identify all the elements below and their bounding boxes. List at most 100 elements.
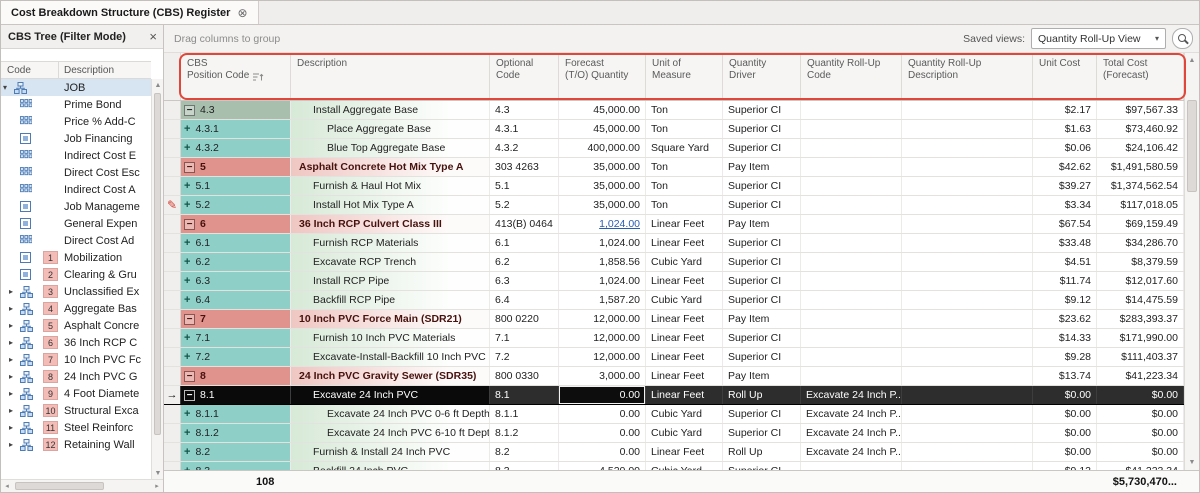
cell-optional-code[interactable]: 7.2 bbox=[490, 348, 559, 366]
cell-quantity-rollup-code[interactable] bbox=[801, 215, 902, 233]
cell-quantity-driver[interactable]: Superior CI bbox=[723, 139, 801, 157]
grid-row-8-1-1[interactable]: +8.1.1Excavate 24 Inch PVC 0-6 ft Depth8… bbox=[164, 405, 1184, 424]
cell-description[interactable]: Backfill 24 Inch PVC bbox=[291, 462, 490, 470]
cell-total-cost[interactable]: $8,379.59 bbox=[1097, 253, 1184, 271]
cell-total-cost[interactable]: $0.00 bbox=[1097, 443, 1184, 461]
cell-description[interactable]: Blue Top Aggregate Base bbox=[291, 139, 490, 157]
column-header-unit-cost[interactable]: Unit Cost bbox=[1033, 53, 1097, 100]
cell-quantity-driver[interactable]: Superior CI bbox=[723, 234, 801, 252]
cell-unit-cost[interactable]: $0.00 bbox=[1033, 424, 1097, 442]
cell-quantity-rollup-description[interactable] bbox=[902, 424, 1033, 442]
expand-icon[interactable]: + bbox=[184, 408, 190, 420]
cell-forecast-quantity[interactable]: 45,000.00 bbox=[559, 101, 646, 119]
cell-forecast-quantity[interactable]: 1,858.56 bbox=[559, 253, 646, 271]
tree-column-code[interactable]: Code bbox=[1, 62, 59, 78]
saved-views-dropdown[interactable]: Quantity Roll-Up View ▾ bbox=[1031, 28, 1166, 49]
tree-item-retaining-wall[interactable]: ▸12Retaining Wall bbox=[1, 436, 151, 453]
tree-item-job-manageme[interactable]: Job Manageme bbox=[1, 198, 151, 215]
expand-icon[interactable]: + bbox=[184, 237, 190, 249]
cell-quantity-rollup-description[interactable] bbox=[902, 120, 1033, 138]
cell-optional-code[interactable]: 5.2 bbox=[490, 196, 559, 214]
cell-unit-cost[interactable]: $0.00 bbox=[1033, 405, 1097, 423]
cell-cbs-position-code[interactable]: −8.1 bbox=[181, 386, 291, 404]
cell-unit-of-measure[interactable]: Linear Feet bbox=[646, 386, 723, 404]
cell-quantity-rollup-description[interactable] bbox=[902, 253, 1033, 271]
cell-quantity-rollup-code[interactable] bbox=[801, 177, 902, 195]
cell-unit-of-measure[interactable]: Linear Feet bbox=[646, 272, 723, 290]
expand-icon[interactable]: + bbox=[184, 294, 190, 306]
grid-row-8-1[interactable]: →−8.1Excavate 24 Inch PVC8.10.00Linear F… bbox=[164, 386, 1184, 405]
grid-row-4-3-2[interactable]: +4.3.2Blue Top Aggregate Base4.3.2400,00… bbox=[164, 139, 1184, 158]
cell-total-cost[interactable]: $24,106.42 bbox=[1097, 139, 1184, 157]
cell-quantity-rollup-code[interactable] bbox=[801, 310, 902, 328]
cell-unit-of-measure[interactable]: Square Yard bbox=[646, 139, 723, 157]
cell-unit-of-measure[interactable]: Linear Feet bbox=[646, 215, 723, 233]
cell-unit-cost[interactable]: $9.28 bbox=[1033, 348, 1097, 366]
cell-forecast-quantity[interactable]: 4,520.00 bbox=[559, 462, 646, 470]
cell-forecast-quantity[interactable]: 12,000.00 bbox=[559, 329, 646, 347]
cell-quantity-driver[interactable]: Pay Item bbox=[723, 310, 801, 328]
cell-unit-of-measure[interactable]: Ton bbox=[646, 196, 723, 214]
tree-expander-icon[interactable]: ▾ bbox=[3, 83, 14, 92]
cell-quantity-driver[interactable]: Superior CI bbox=[723, 348, 801, 366]
cell-cbs-position-code[interactable]: +4.3.2 bbox=[181, 139, 291, 157]
cell-unit-cost[interactable]: $0.00 bbox=[1033, 386, 1097, 404]
cell-total-cost[interactable]: $73,460.92 bbox=[1097, 120, 1184, 138]
cell-optional-code[interactable]: 800 0330 bbox=[490, 367, 559, 385]
cell-cbs-position-code[interactable]: −5 bbox=[181, 158, 291, 176]
cell-quantity-driver[interactable]: Superior CI bbox=[723, 424, 801, 442]
expand-icon[interactable]: + bbox=[184, 199, 190, 211]
cell-cbs-position-code[interactable]: +8.1.2 bbox=[181, 424, 291, 442]
cell-total-cost[interactable]: $1,374,562.54 bbox=[1097, 177, 1184, 195]
cell-unit-cost[interactable]: $9.12 bbox=[1033, 291, 1097, 309]
cell-quantity-rollup-code[interactable] bbox=[801, 253, 902, 271]
cell-cbs-position-code[interactable]: +8.2 bbox=[181, 443, 291, 461]
chevron-down-icon[interactable]: ▾ bbox=[1149, 34, 1165, 43]
cell-quantity-rollup-code[interactable] bbox=[801, 367, 902, 385]
cell-quantity-rollup-description[interactable] bbox=[902, 139, 1033, 157]
cell-forecast-quantity[interactable]: 3,000.00 bbox=[559, 367, 646, 385]
tree-item-job[interactable]: ▾JOB bbox=[1, 79, 151, 96]
tree-item-asphalt-concre[interactable]: ▸5Asphalt Concre bbox=[1, 317, 151, 334]
cell-optional-code[interactable]: 8.1 bbox=[490, 386, 559, 404]
cell-total-cost[interactable]: $41,223.34 bbox=[1097, 462, 1184, 470]
cell-unit-cost[interactable]: $33.48 bbox=[1033, 234, 1097, 252]
scroll-up-icon[interactable]: ▲ bbox=[152, 79, 164, 91]
scroll-down-icon[interactable]: ▼ bbox=[1185, 456, 1199, 469]
cell-optional-code[interactable]: 4.3.1 bbox=[490, 120, 559, 138]
cell-unit-cost[interactable]: $9.12 bbox=[1033, 462, 1097, 470]
cell-optional-code[interactable]: 8.1.1 bbox=[490, 405, 559, 423]
cell-quantity-rollup-code[interactable] bbox=[801, 291, 902, 309]
cell-optional-code[interactable]: 6.4 bbox=[490, 291, 559, 309]
tree-expander-icon[interactable]: ▸ bbox=[9, 304, 20, 313]
collapse-icon[interactable]: − bbox=[184, 390, 195, 401]
cell-total-cost[interactable]: $1,491,580.59 bbox=[1097, 158, 1184, 176]
cell-cbs-position-code[interactable]: −8 bbox=[181, 367, 291, 385]
tree-item-structural-exca[interactable]: ▸10Structural Exca bbox=[1, 402, 151, 419]
cell-unit-of-measure[interactable]: Cubic Yard bbox=[646, 462, 723, 470]
cell-description[interactable]: Install Aggregate Base bbox=[291, 101, 490, 119]
cell-quantity-rollup-code[interactable] bbox=[801, 462, 902, 470]
cell-unit-of-measure[interactable]: Cubic Yard bbox=[646, 253, 723, 271]
cell-quantity-rollup-description[interactable] bbox=[902, 158, 1033, 176]
cell-quantity-driver[interactable]: Roll Up bbox=[723, 443, 801, 461]
tree-item-36-inch-rcp-c[interactable]: ▸636 Inch RCP C bbox=[1, 334, 151, 351]
cell-quantity-rollup-code[interactable]: Excavate 24 Inch P... bbox=[801, 386, 902, 404]
cell-unit-of-measure[interactable]: Linear Feet bbox=[646, 310, 723, 328]
cell-optional-code[interactable]: 4.3 bbox=[490, 101, 559, 119]
column-header-quantity-rollup-description[interactable]: Quantity Roll-UpDescription bbox=[902, 53, 1033, 100]
cell-forecast-quantity[interactable]: 1,024.00 bbox=[559, 272, 646, 290]
cell-quantity-rollup-code[interactable] bbox=[801, 272, 902, 290]
cell-quantity-rollup-description[interactable] bbox=[902, 348, 1033, 366]
cell-quantity-driver[interactable]: Superior CI bbox=[723, 196, 801, 214]
cell-quantity-rollup-description[interactable] bbox=[902, 386, 1033, 404]
cell-cbs-position-code[interactable]: +5.1 bbox=[181, 177, 291, 195]
column-header-description[interactable]: Description bbox=[291, 53, 490, 100]
cell-total-cost[interactable]: $0.00 bbox=[1097, 386, 1184, 404]
expand-icon[interactable]: + bbox=[184, 256, 190, 268]
cell-description[interactable]: Asphalt Concrete Hot Mix Type A bbox=[291, 158, 490, 176]
cell-unit-of-measure[interactable]: Linear Feet bbox=[646, 329, 723, 347]
cell-quantity-rollup-code[interactable] bbox=[801, 101, 902, 119]
tree-item-price-add-c[interactable]: Price % Add-C bbox=[1, 113, 151, 130]
cell-forecast-quantity[interactable]: 400,000.00 bbox=[559, 139, 646, 157]
